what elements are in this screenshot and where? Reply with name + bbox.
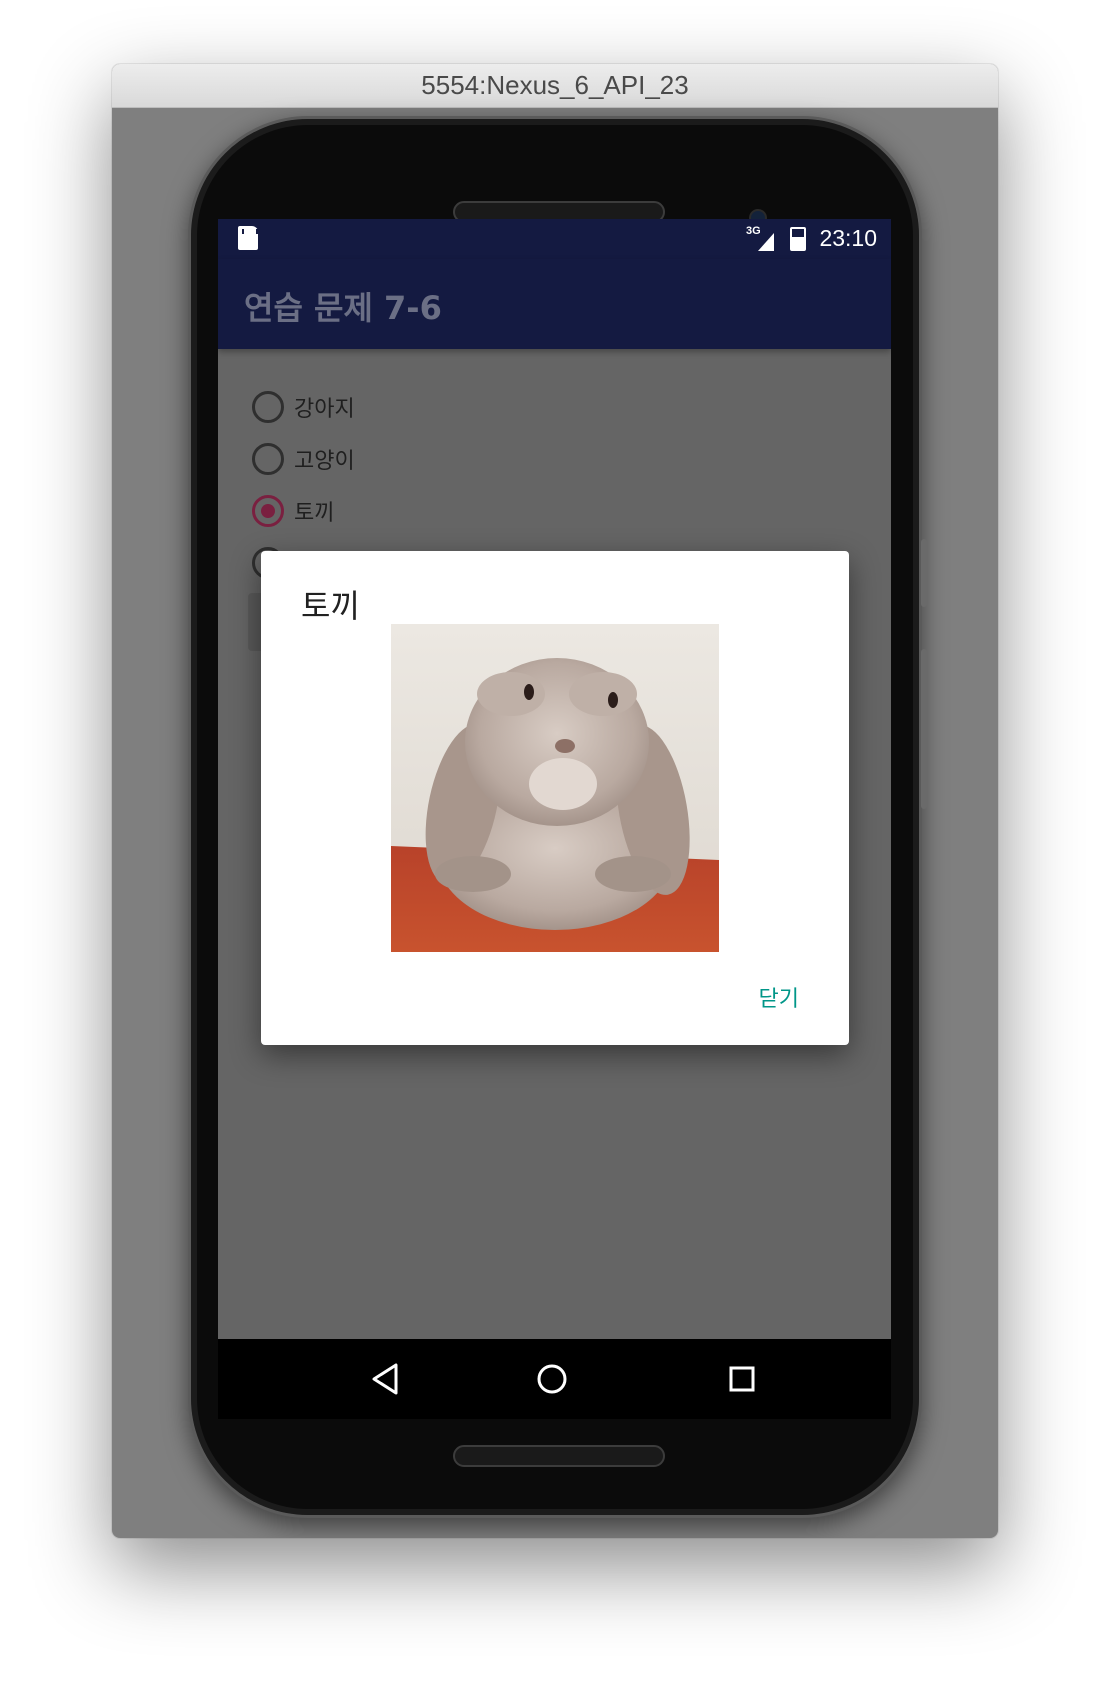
dialog-title: 토끼: [301, 587, 360, 625]
status-clock: 23:10: [819, 225, 877, 251]
radio-button-icon[interactable]: [252, 391, 284, 423]
radio-label: 고양이: [294, 449, 355, 474]
image-dialog: 토끼 닫기: [261, 551, 849, 1045]
app-title: 연습 문제 7-6: [244, 289, 442, 327]
radio-button-icon[interactable]: [252, 443, 284, 475]
radio-rabbit[interactable]: 토끼: [252, 485, 355, 537]
rabbit-image: [391, 624, 719, 952]
close-button[interactable]: 닫기: [759, 981, 799, 1013]
window-title: 5554:Nexus_6_API_23: [112, 64, 998, 108]
device-screen: 3G 23:10 연습 문제 7-6 강아지 고양이 토끼 토끼 닫기: [218, 219, 891, 1419]
status-bar: 3G 23:10: [218, 219, 891, 259]
radio-label: 토끼: [294, 501, 335, 526]
bottom-speaker: [453, 1445, 665, 1467]
battery-icon: [790, 227, 806, 251]
cell-signal-icon: 3G: [746, 225, 786, 253]
volume-button[interactable]: [921, 649, 927, 809]
sd-card-icon: [238, 226, 258, 250]
radio-dog[interactable]: 강아지: [252, 381, 355, 433]
navigation-bar: [218, 1339, 891, 1419]
radio-label: 강아지: [294, 397, 355, 422]
back-icon[interactable]: [364, 1357, 408, 1401]
radio-cat[interactable]: 고양이: [252, 433, 355, 485]
power-button[interactable]: [921, 539, 927, 607]
app-bar: 연습 문제 7-6: [218, 259, 891, 349]
recents-icon[interactable]: [720, 1357, 764, 1401]
home-icon[interactable]: [530, 1357, 574, 1401]
radio-button-icon[interactable]: [252, 495, 284, 527]
